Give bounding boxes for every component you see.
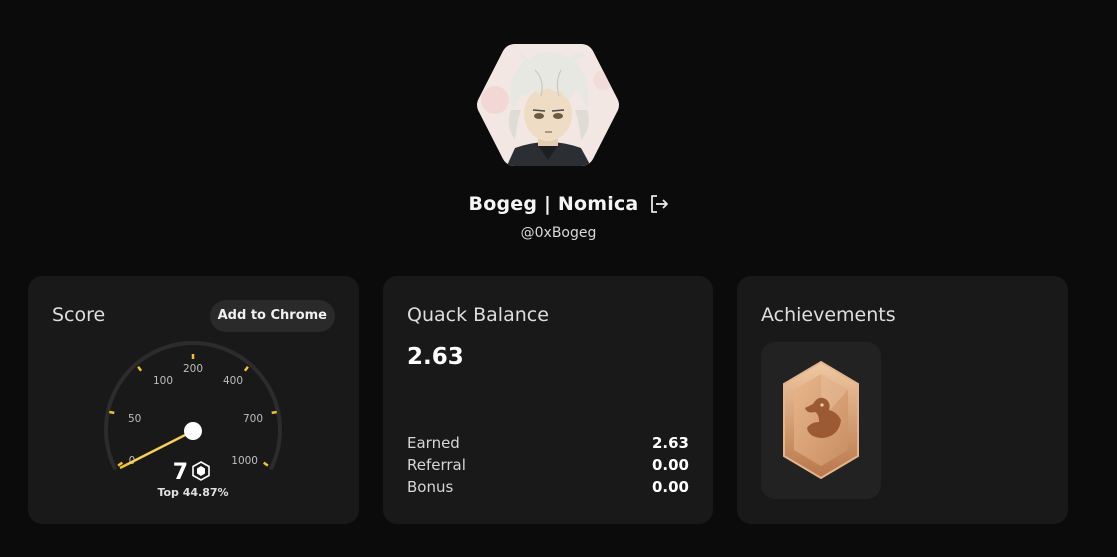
tick-700: [271, 410, 277, 415]
score-value: 7: [173, 460, 188, 485]
balance-row-value: 0.00: [651, 456, 689, 474]
score-badge-icon: [192, 461, 210, 481]
tick-400: [243, 365, 249, 372]
name-row: Bogeg | Nomica: [0, 193, 1117, 215]
quack-balance-title: Quack Balance: [407, 304, 549, 326]
logout-icon[interactable]: [648, 193, 670, 215]
score-title: Score: [52, 304, 106, 326]
gauge-label-200: 200: [183, 363, 203, 375]
achievements-card: Achievements: [737, 276, 1068, 524]
balance-row-referral: Referral 0.00: [407, 456, 689, 474]
balance-row-label: Bonus: [407, 478, 454, 496]
avatar: [475, 40, 621, 170]
anime-avatar-icon: [477, 44, 619, 166]
achievement-badge-tile[interactable]: [761, 342, 881, 499]
balance-row-label: Earned: [407, 434, 460, 452]
balance-row-value: 2.63: [651, 434, 689, 452]
score-card: Score Add to Chrome 0 50 100 200 400 700…: [28, 276, 359, 524]
tick-1000: [262, 461, 269, 467]
balance-row-bonus: Bonus 0.00: [407, 478, 689, 496]
bronze-duck-badge-icon: [783, 360, 859, 480]
gauge-label-400: 400: [223, 375, 243, 387]
rank-text: Top 44.87%: [157, 486, 228, 499]
add-to-chrome-button[interactable]: Add to Chrome: [209, 300, 335, 332]
gauge-track: [104, 340, 282, 471]
gauge-needle-knob: [184, 422, 202, 440]
tick-100: [137, 365, 143, 372]
balance-row-value: 0.00: [651, 478, 689, 496]
user-handle: @0xBogeg: [520, 225, 597, 241]
tick-0: [117, 461, 124, 467]
balance-row-earned: Earned 2.63: [407, 434, 689, 452]
score-gauge: 0 50 100 200 400 700 1000 7 Top 44.87%: [104, 340, 282, 499]
gauge-label-50: 50: [128, 413, 141, 425]
quack-balance-value: 2.63: [407, 344, 464, 370]
balance-row-label: Referral: [407, 456, 466, 474]
tick-50: [109, 410, 115, 415]
gauge-label-700: 700: [243, 413, 263, 425]
quack-balance-card: Quack Balance 2.63 Earned 2.63 Referral …: [383, 276, 713, 524]
gauge-label-1000: 1000: [231, 455, 258, 467]
gauge-label-100: 100: [153, 375, 173, 387]
achievements-title: Achievements: [761, 304, 896, 326]
display-name: Bogeg | Nomica: [468, 193, 639, 215]
